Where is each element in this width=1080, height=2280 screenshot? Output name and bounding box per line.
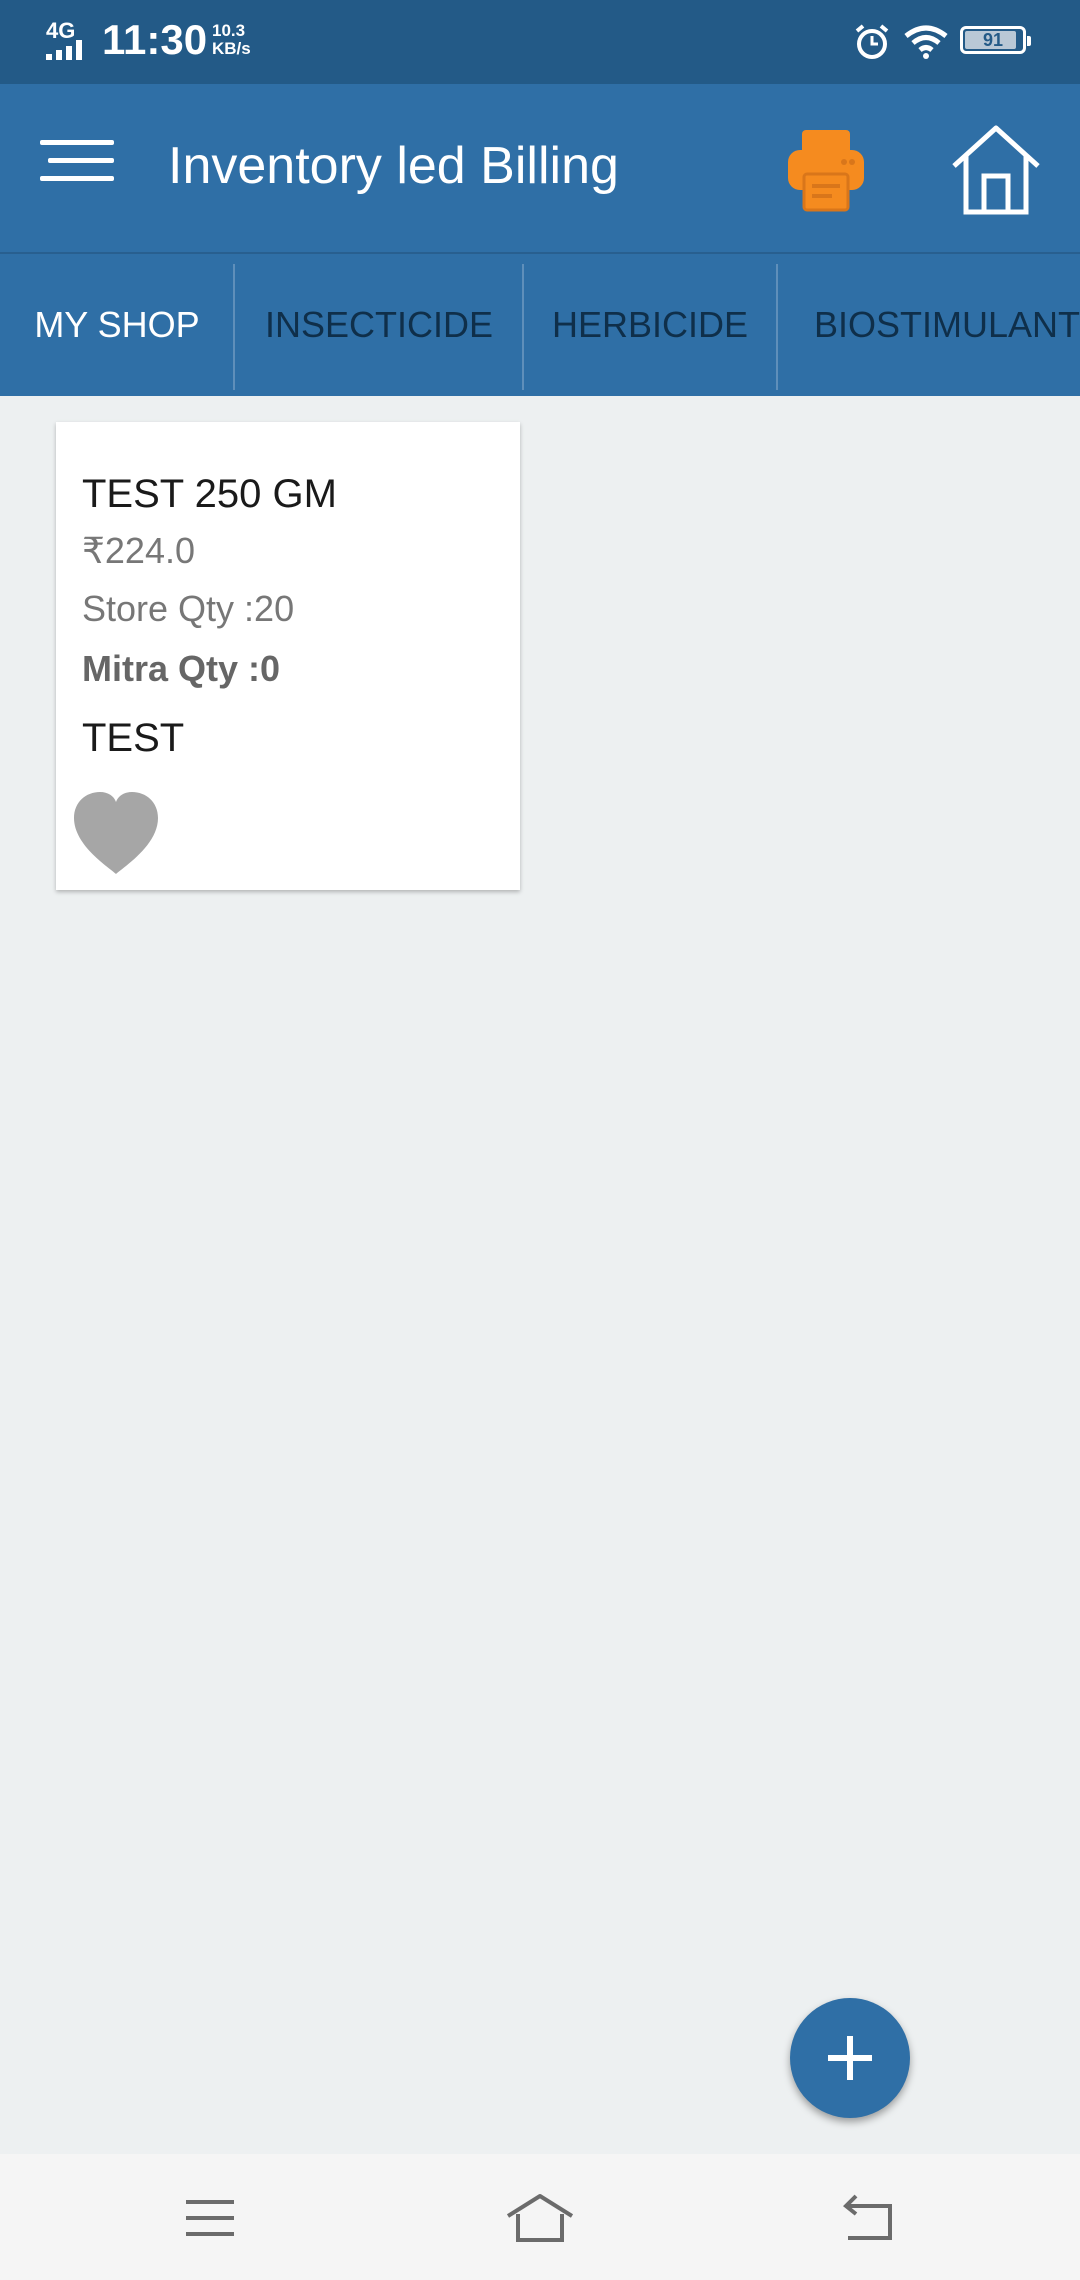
system-nav-bar (0, 2154, 1080, 2280)
home-icon[interactable] (946, 120, 1046, 220)
product-name: TEST 250 GM (82, 472, 337, 516)
menu-icon[interactable] (40, 140, 130, 200)
battery-percent: 91 (982, 30, 1004, 50)
battery-icon: 91 (960, 26, 1031, 54)
tab-insecticide[interactable]: INSECTICIDE (235, 254, 523, 396)
store-qty: Store Qty :20 (82, 588, 295, 629)
status-bar: 4G 11:30 10.3 KB/s 91 (0, 0, 1080, 84)
app-title: Inventory led Billing (168, 137, 619, 195)
category-tabs: MY SHOP INSECTICIDE HERBICIDE BIOSTIMULA… (0, 252, 1080, 396)
mitra-qty: Mitra Qty :0 (82, 648, 281, 689)
plus-icon (847, 2036, 853, 2080)
battery-tip (1027, 36, 1031, 46)
network-speed: 10.3 KB/s (212, 22, 251, 58)
product-card[interactable]: TEST 250 GM ₹224.0 Store Qty :20 Mitra Q… (56, 422, 520, 890)
tab-biostimulants[interactable]: BIOSTIMULANTS (778, 254, 1080, 396)
tab-herbicide[interactable]: HERBICIDE (524, 254, 776, 396)
product-brand: TEST (82, 716, 185, 760)
heart-icon[interactable] (70, 790, 162, 876)
tab-my-shop[interactable]: MY SHOP (0, 254, 234, 396)
app-bar: Inventory led Billing (0, 84, 1080, 252)
add-product-button[interactable] (790, 1998, 910, 2118)
recent-apps-icon[interactable] (180, 2190, 240, 2246)
printer-icon[interactable] (786, 126, 866, 214)
back-icon[interactable] (840, 2190, 900, 2246)
speed-value: 10.3 (212, 21, 246, 40)
signal-icon (46, 40, 82, 60)
alarm-icon (855, 24, 889, 59)
home-nav-icon[interactable] (504, 2190, 576, 2246)
wifi-icon (904, 25, 948, 59)
clock: 11:30 (102, 16, 208, 63)
speed-unit: KB/s (212, 39, 251, 58)
product-price: ₹224.0 (82, 530, 195, 571)
